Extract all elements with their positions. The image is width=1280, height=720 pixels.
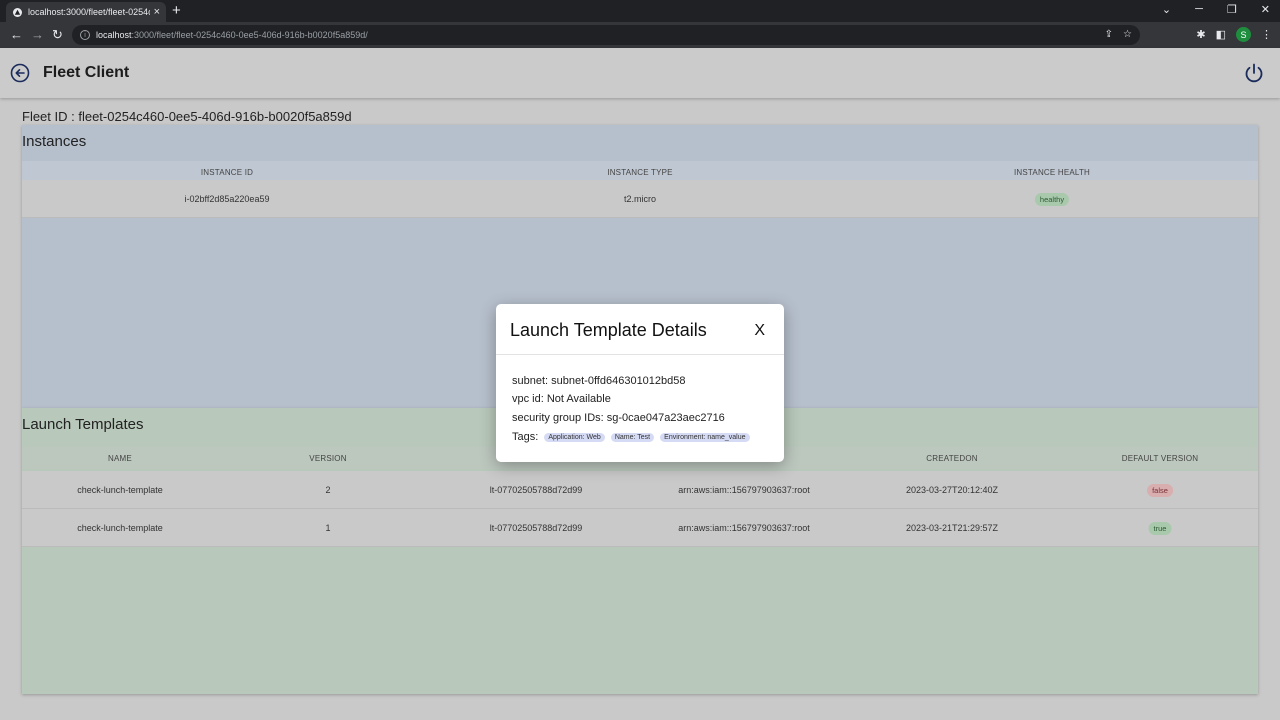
created-on-cell: 2023-03-27T20:12:40Z [905,485,999,495]
close-window-icon[interactable]: ✕ [1261,3,1270,16]
column-header: INSTANCE HEALTH [1013,168,1091,177]
fleet-id-label: Fleet ID : fleet-0254c460-0ee5-406d-916b… [22,109,352,124]
column-header: NAME [108,454,132,463]
url-input[interactable]: i localhost:3000/fleet/fleet-0254c460-0e… [72,25,1140,45]
default-version-badge: false [1147,484,1173,497]
status-badge: healthy [1034,193,1070,206]
template-id-cell: lt-07702505788d72d99 [489,485,583,495]
launch-template-details-modal: Launch Template Details X subnet: subnet… [496,304,784,462]
window-controls: ⌄ ─ ❐ ✕ [1162,3,1270,16]
column-header: VERSION [309,454,347,463]
browser-address-bar: ← → ↻ i localhost:3000/fleet/fleet-0254c… [0,22,1280,48]
tags-row: Tags: Application: Web Name: Test Enviro… [512,431,750,443]
created-by-cell: arn:aws:iam::156797903637:root [678,523,810,533]
modal-title: Launch Template Details [510,320,707,340]
back-circle-icon[interactable] [10,63,30,83]
template-name-cell: check-lunch-template [77,523,163,533]
app-header: Fleet Client [0,48,1280,98]
new-tab-icon[interactable]: + [172,2,181,19]
security-groups-text: security group IDs: sg-0cae047a23aec2716 [512,412,725,424]
column-header: INSTANCE TYPE [607,168,673,177]
vpc-text: vpc id: Not Available [512,393,611,405]
star-icon[interactable]: ☆ [1123,29,1132,40]
modal-close-button[interactable]: X [754,322,765,340]
tab-close-icon[interactable]: × [154,6,160,18]
created-by-cell: arn:aws:iam::156797903637:root [678,485,810,495]
template-version-cell: 1 [325,523,331,533]
table-row[interactable]: i-02bff2d85a220ea59 t2.micro healthy [22,180,1258,218]
power-icon[interactable] [1243,62,1265,84]
template-version-cell: 2 [325,485,331,495]
puzzle-icon[interactable]: ✱ [1196,28,1205,41]
triangle-icon [12,7,22,17]
column-header: INSTANCE ID [200,168,254,177]
tag-chip: Name: Test [610,432,655,442]
sidepanel-icon[interactable]: ◧ [1216,28,1226,41]
restore-icon[interactable]: ❐ [1227,3,1237,16]
table-row[interactable]: check-lunch-template 2 lt-07702505788d72… [22,471,1258,509]
kebab-menu-icon[interactable]: ⋮ [1261,28,1272,41]
extension-area: ✱ ◧ S ⋮ [1196,27,1272,42]
tag-chip: Application: Web [544,432,605,442]
share-icon[interactable]: ⇪ [1105,29,1113,40]
tag-chip: Environment: name_value [660,432,750,442]
column-header: DEFAULT VERSION [1121,454,1199,463]
tags-label: Tags: [512,431,539,443]
url-host: localhost [96,30,132,40]
reload-icon[interactable]: ↻ [52,27,63,43]
omnibox-actions: ⇪ ☆ [1105,29,1132,40]
url-path: :3000/fleet/fleet-0254c460-0ee5-406d-916… [131,30,368,40]
minimize-icon[interactable]: ─ [1195,3,1203,16]
default-version-badge: true [1148,522,1172,535]
subnet-text: subnet: subnet-0ffd646301012bd58 [512,375,686,387]
browser-tab[interactable]: localhost:3000/fleet/fleet-0254c4 × [6,2,166,22]
info-icon[interactable]: i [80,30,90,40]
browser-tab-bar: localhost:3000/fleet/fleet-0254c4 × + ⌄ … [0,0,1280,22]
created-on-cell: 2023-03-21T21:29:57Z [905,523,999,533]
modal-divider [496,354,784,355]
launch-templates-title: Launch Templates [22,416,144,433]
template-name-cell: check-lunch-template [77,485,163,495]
forward-arrow-icon[interactable]: → [31,27,44,42]
chevron-down-icon[interactable]: ⌄ [1162,3,1171,16]
table-row[interactable]: check-lunch-template 1 lt-07702505788d72… [22,509,1258,547]
column-header: CREATEDON [926,454,978,463]
template-id-cell: lt-07702505788d72d99 [489,523,583,533]
back-arrow-icon[interactable]: ← [10,27,23,42]
profile-avatar[interactable]: S [1236,27,1251,42]
instance-type-cell: t2.micro [623,194,657,204]
instance-id-cell: i-02bff2d85a220ea59 [184,194,270,204]
app-title: Fleet Client [43,64,130,81]
instances-title: Instances [22,133,87,150]
tab-title: localhost:3000/fleet/fleet-0254c4 [28,7,150,17]
